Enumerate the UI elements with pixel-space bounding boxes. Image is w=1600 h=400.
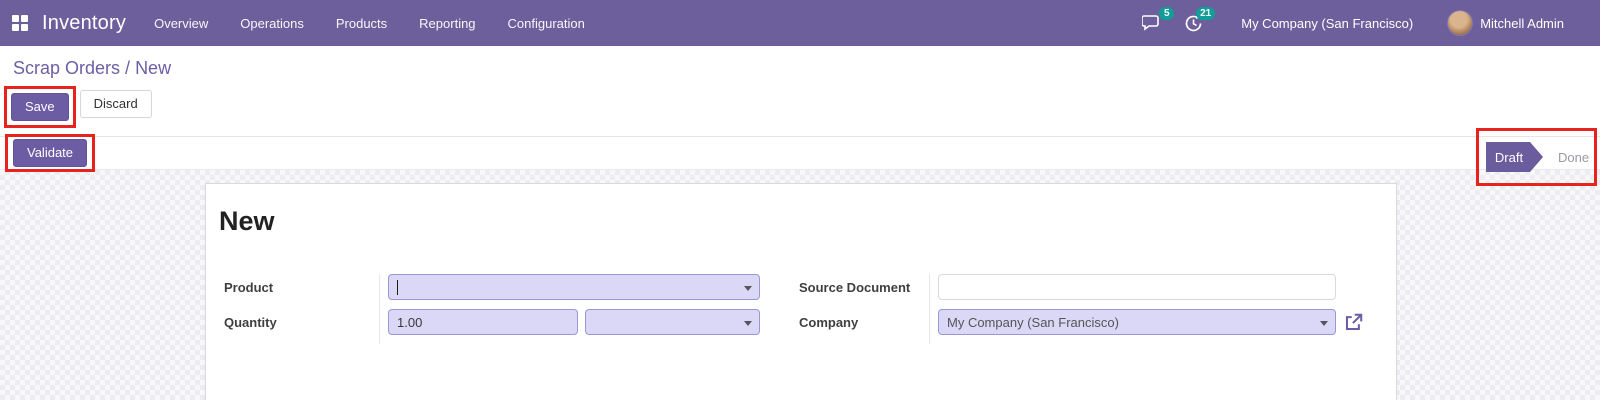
company-switcher[interactable]: My Company (San Francisco): [1241, 16, 1413, 31]
annotation-box-validate: Validate: [5, 134, 96, 172]
company-input[interactable]: My Company (San Francisco): [938, 309, 1336, 335]
status-draft[interactable]: Draft: [1486, 142, 1543, 172]
uom-input[interactable]: [585, 309, 760, 335]
content-background: New Product Quantity 1.00 Source Documen…: [0, 170, 1600, 400]
nav-menu-operations[interactable]: Operations: [240, 16, 304, 31]
apps-grid-icon[interactable]: [12, 15, 28, 31]
source-document-label: Source Document: [799, 280, 911, 295]
nav-menu-reporting[interactable]: Reporting: [419, 16, 475, 31]
external-link-icon[interactable]: [1344, 313, 1363, 332]
annotation-box-statusbar: Draft Done: [1476, 128, 1597, 186]
discard-button[interactable]: Discard: [79, 90, 152, 118]
user-menu[interactable]: Mitchell Admin: [1480, 16, 1564, 31]
app-title[interactable]: Inventory: [42, 12, 126, 35]
control-panel: Scrap Orders / New Save Discard: [0, 46, 1600, 136]
product-label: Product: [224, 280, 274, 295]
nav-menu-products[interactable]: Products: [336, 16, 387, 31]
dropdown-caret-icon[interactable]: [744, 286, 752, 291]
record-title: New: [219, 206, 275, 236]
dropdown-caret-icon[interactable]: [1320, 321, 1328, 326]
breadcrumb-current: New: [135, 58, 172, 78]
quantity-input[interactable]: 1.00: [388, 309, 578, 335]
nav-menu-configuration[interactable]: Configuration: [508, 16, 585, 31]
nav-menu-overview[interactable]: Overview: [154, 16, 208, 31]
annotation-box-save: Save: [4, 86, 76, 128]
nav-menus: Overview Operations Products Reporting C…: [154, 16, 585, 31]
messages-button[interactable]: 5: [1142, 7, 1175, 32]
dropdown-caret-icon[interactable]: [744, 321, 752, 326]
field-group-right: Source Document Company My Company (San …: [794, 274, 1369, 344]
source-document-input[interactable]: [938, 274, 1336, 300]
product-input[interactable]: [388, 274, 760, 300]
save-button[interactable]: Save: [11, 93, 69, 121]
status-done[interactable]: Done: [1558, 150, 1589, 165]
user-avatar[interactable]: [1447, 10, 1474, 36]
activities-badge: 21: [1196, 6, 1216, 20]
company-label: Company: [799, 315, 859, 330]
field-group-left: Product Quantity 1.00: [219, 274, 767, 344]
breadcrumb-scrap-orders[interactable]: Scrap Orders: [13, 58, 120, 78]
validate-button[interactable]: Validate: [13, 139, 88, 167]
text-cursor: [397, 279, 398, 295]
scrap-order-form-sheet: New Product Quantity 1.00 Source Documen…: [205, 183, 1397, 400]
quantity-label: Quantity: [224, 315, 277, 330]
activities-button[interactable]: 21: [1184, 6, 1216, 33]
breadcrumb-separator: /: [120, 58, 136, 78]
breadcrumb: Scrap Orders / New: [13, 58, 1600, 79]
top-navbar: Inventory Overview Operations Products R…: [0, 0, 1600, 46]
form-statusbar-row: Validate Draft Done: [0, 128, 1600, 186]
messages-badge: 5: [1159, 7, 1175, 20]
